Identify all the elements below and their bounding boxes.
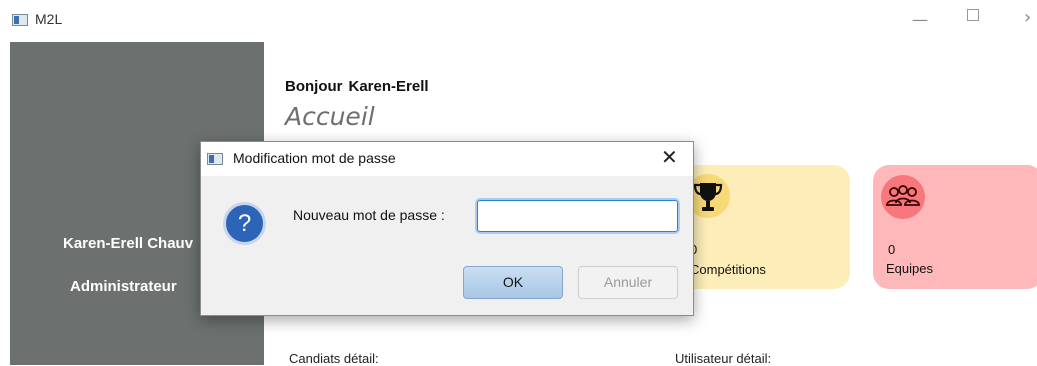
teams-label: Equipes bbox=[886, 261, 933, 276]
teams-card[interactable]: 0 Equipes bbox=[873, 165, 1037, 289]
dialog-app-icon bbox=[207, 153, 223, 165]
page-title: Accueil bbox=[285, 102, 375, 131]
new-password-input[interactable] bbox=[477, 200, 678, 232]
sidebar-user-name: Karen-Erell Chauv bbox=[63, 235, 194, 252]
close-button[interactable]: › bbox=[1024, 7, 1031, 28]
app-icon bbox=[12, 14, 28, 26]
maximize-button[interactable] bbox=[967, 9, 979, 21]
greeting-name: Karen-Erell bbox=[348, 78, 429, 95]
group-icon bbox=[881, 175, 925, 219]
new-password-label: Nouveau mot de passe : bbox=[293, 207, 445, 223]
window-titlebar: M2L — › bbox=[0, 0, 1037, 38]
ok-button[interactable]: OK bbox=[463, 266, 563, 299]
minimize-button[interactable]: — bbox=[912, 10, 928, 29]
dialog-close-button[interactable]: ✕ bbox=[661, 145, 678, 169]
greeting: Bonjour Karen-Erell bbox=[285, 78, 429, 95]
user-detail-label: Utilisateur détail: bbox=[675, 351, 772, 366]
dialog-titlebar: Modification mot de passe ✕ bbox=[201, 142, 693, 176]
candidates-detail-label: Candiats détail: bbox=[289, 351, 379, 366]
question-icon: ? bbox=[223, 202, 266, 245]
cancel-button[interactable]: Annuler bbox=[578, 266, 678, 299]
window-title: M2L bbox=[35, 11, 63, 27]
password-dialog: Modification mot de passe ✕ ? Nouveau mo… bbox=[200, 141, 694, 316]
competitions-label: Compétitions bbox=[690, 262, 766, 277]
greeting-prefix: Bonjour bbox=[285, 78, 343, 95]
teams-count: 0 bbox=[888, 242, 896, 257]
dialog-title: Modification mot de passe bbox=[233, 150, 396, 166]
sidebar-user-role: Administrateur bbox=[70, 278, 177, 295]
